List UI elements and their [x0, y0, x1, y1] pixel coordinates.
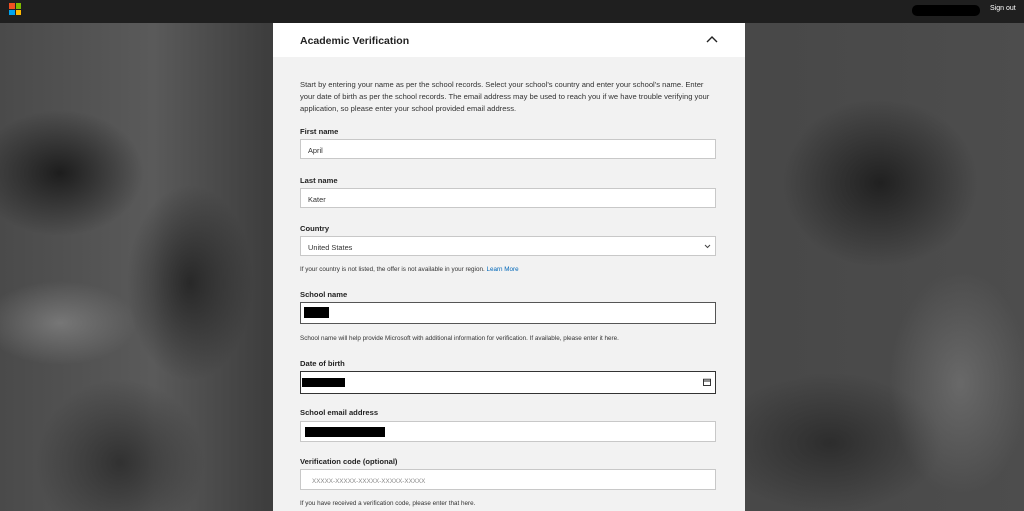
calendar-icon[interactable] [703, 378, 711, 386]
verification-code-input[interactable]: XXXXX-XXXXX-XXXXX-XXXXX-XXXXX [300, 469, 716, 490]
last-name-label: Last name [300, 176, 338, 185]
verification-code-hint: If you have received a verification code… [300, 500, 476, 507]
chevron-up-icon[interactable] [705, 33, 719, 47]
section-header[interactable]: Academic Verification [273, 23, 745, 57]
date-of-birth-input[interactable] [300, 371, 716, 394]
chevron-down-icon [704, 244, 711, 249]
country-hint-text: If your country is not listed, the offer… [300, 266, 485, 273]
school-name-hint: School name will help provide Microsoft … [300, 335, 619, 342]
first-name-input[interactable]: April [300, 139, 716, 159]
country-value: United States [308, 243, 353, 252]
school-name-label: School name [300, 290, 348, 299]
school-email-redacted [305, 427, 385, 437]
sign-out-link[interactable]: Sign out [990, 5, 1016, 12]
school-name-input[interactable] [300, 302, 716, 324]
learn-more-link[interactable]: Learn More [486, 266, 518, 273]
section-title: Academic Verification [300, 35, 410, 47]
first-name-value: April [308, 146, 323, 155]
intro-text: Start by entering your name as per the s… [300, 80, 710, 113]
verification-code-placeholder: XXXXX-XXXXX-XXXXX-XXXXX-XXXXX [312, 478, 426, 485]
first-name-label: First name [300, 127, 339, 136]
school-email-input[interactable] [300, 421, 716, 442]
academic-verification-panel: Academic Verification Start by entering … [273, 23, 745, 511]
top-bar: Sign out [0, 0, 1024, 23]
last-name-value: Kater [308, 195, 326, 204]
country-hint: If your country is not listed, the offer… [300, 266, 519, 273]
verification-code-label: Verification code (optional) [300, 457, 398, 466]
account-name-redacted [912, 5, 980, 16]
country-select[interactable]: United States [300, 236, 716, 256]
school-email-label: School email address [300, 408, 379, 417]
last-name-input[interactable]: Kater [300, 188, 716, 208]
school-name-redacted [304, 307, 329, 318]
microsoft-logo[interactable] [9, 3, 21, 15]
date-of-birth-redacted [302, 378, 345, 387]
country-label: Country [300, 224, 330, 233]
date-of-birth-label: Date of birth [300, 359, 345, 368]
